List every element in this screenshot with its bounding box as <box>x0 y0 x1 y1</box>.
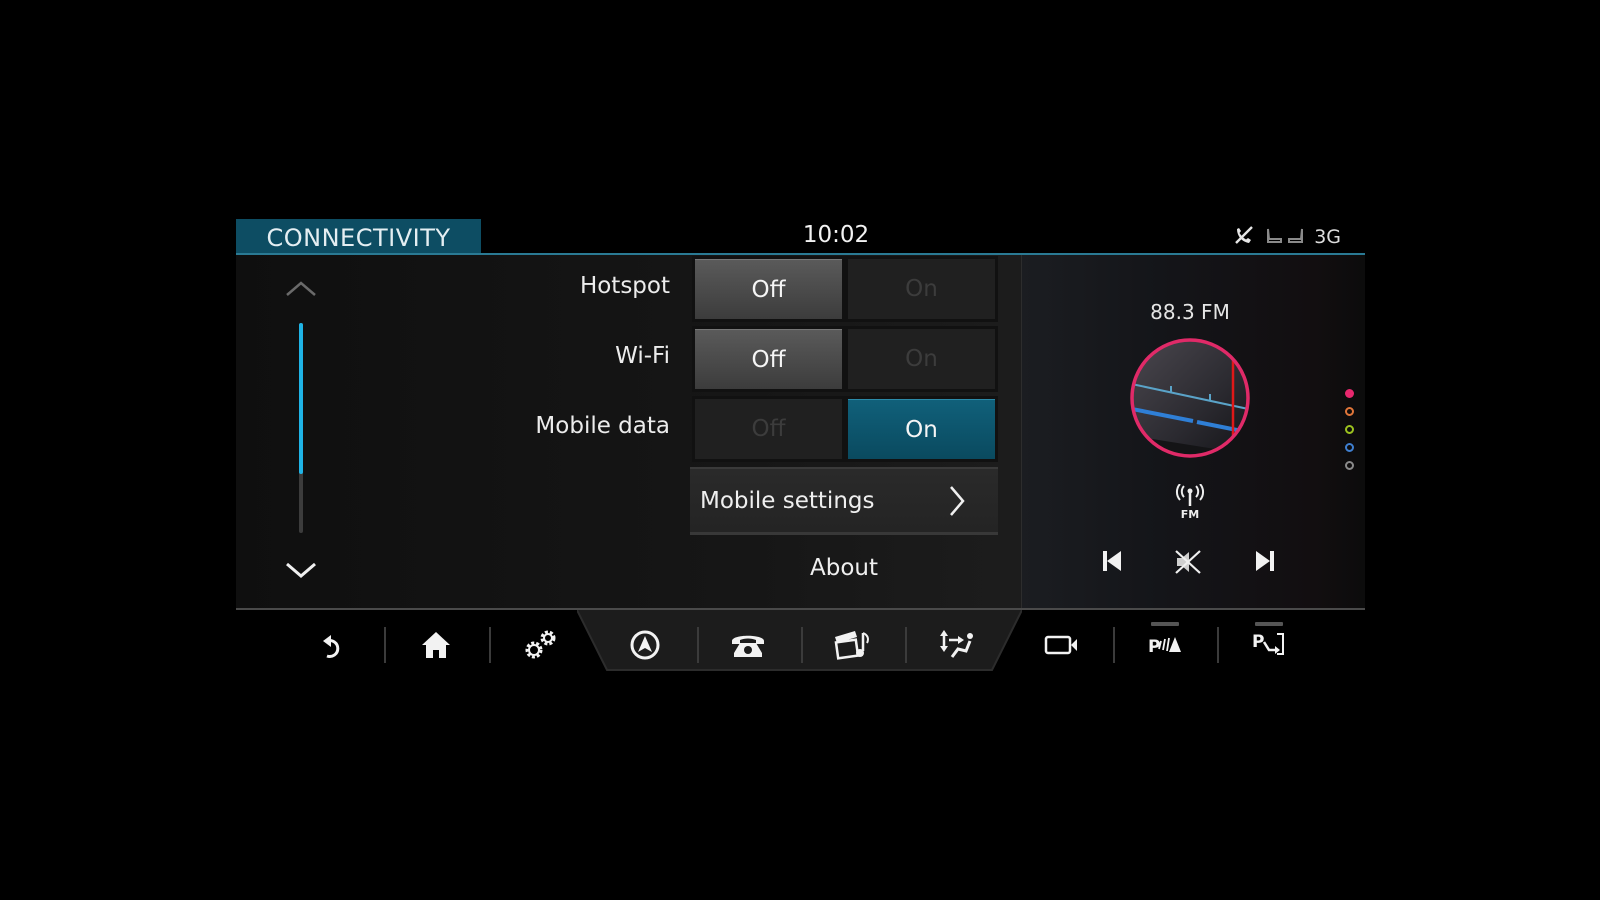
mobile-data-label: Mobile data <box>535 413 670 439</box>
scrollbar-thumb[interactable] <box>299 323 303 475</box>
mobile-settings-label: Mobile settings <box>700 487 875 514</box>
climate-button[interactable] <box>932 626 982 664</box>
bar-separator <box>1113 627 1115 663</box>
fm-source-label: FM <box>1180 508 1200 521</box>
network-indicator: 3G <box>1314 226 1341 248</box>
page-title: CONNECTIVITY <box>236 219 481 255</box>
wifi-on-option[interactable]: On <box>848 329 995 389</box>
mute-button[interactable] <box>1173 549 1203 579</box>
wifi-toggle[interactable]: Off On <box>692 326 998 392</box>
hotspot-toggle[interactable]: Off On <box>692 256 998 322</box>
bar-separator <box>489 627 491 663</box>
radio-station: 88.3 FM <box>1150 300 1230 324</box>
navigation-icon <box>630 630 660 660</box>
clock: 10:02 <box>802 222 870 248</box>
svg-text:P: P <box>1252 632 1264 652</box>
radio-tuner-dial[interactable] <box>1127 335 1253 465</box>
gears-icon <box>525 630 556 659</box>
home-button[interactable] <box>411 626 461 664</box>
bar-separator <box>1217 627 1219 663</box>
status-area: 3G <box>1232 221 1341 253</box>
mobile-data-on-option[interactable]: On <box>848 399 995 459</box>
chevron-up-icon <box>286 281 316 296</box>
next-track-icon <box>1256 551 1274 571</box>
parking-sensors-icon: P <box>1148 637 1181 657</box>
camera-icon <box>1044 635 1077 655</box>
scroll-down-button[interactable] <box>285 561 317 583</box>
phone-icon <box>732 635 764 657</box>
parking-sensors-button[interactable]: P <box>1140 626 1190 664</box>
header-bar: CONNECTIVITY 10:02 3G <box>236 217 1365 255</box>
media-button[interactable] <box>827 626 877 664</box>
navigation-button[interactable] <box>620 626 670 664</box>
page-dot[interactable] <box>1345 425 1354 434</box>
bar-separator <box>905 627 907 663</box>
scrollbar[interactable] <box>299 323 303 533</box>
climate-airflow-icon <box>940 630 973 658</box>
back-icon <box>323 635 340 658</box>
hotspot-off-option[interactable]: Off <box>695 259 842 319</box>
page-indicator <box>1345 389 1354 470</box>
seat-left-icon <box>1266 226 1284 248</box>
radio-antenna-icon <box>1176 483 1204 506</box>
previous-track-icon <box>1103 551 1121 571</box>
bar-separator <box>801 627 803 663</box>
mobile-settings-button[interactable]: Mobile settings <box>690 467 998 535</box>
media-icon <box>834 631 869 660</box>
page-dot[interactable] <box>1345 443 1354 452</box>
wifi-off-option[interactable]: Off <box>695 329 842 389</box>
phone-disconnected-icon <box>1232 223 1256 251</box>
mute-icon <box>1175 550 1201 574</box>
page-dot[interactable] <box>1345 389 1354 398</box>
camera-button[interactable] <box>1037 626 1087 664</box>
mobile-data-off-option[interactable]: Off <box>695 399 842 459</box>
back-button[interactable] <box>307 626 357 664</box>
hotspot-on-option[interactable]: On <box>848 259 995 319</box>
page-dot[interactable] <box>1345 407 1354 416</box>
wifi-label: Wi-Fi <box>615 343 670 369</box>
bar-separator <box>384 627 386 663</box>
hotspot-label: Hotspot <box>579 273 670 299</box>
seat-right-icon <box>1286 226 1304 248</box>
chevron-down-icon <box>286 562 316 578</box>
mobile-data-toggle[interactable]: Off On <box>692 396 998 462</box>
park-assist-icon: P <box>1252 632 1284 655</box>
page-dot[interactable] <box>1345 461 1354 470</box>
fm-source-button[interactable]: FM <box>1170 483 1210 521</box>
home-icon <box>422 632 450 658</box>
about-button[interactable]: About <box>690 555 998 595</box>
previous-track-button[interactable] <box>1101 549 1123 577</box>
bar-separator <box>697 627 699 663</box>
settings-button[interactable] <box>515 626 565 664</box>
scroll-up-button[interactable] <box>285 279 317 301</box>
phone-button[interactable] <box>723 626 773 664</box>
park-assist-button[interactable]: P <box>1244 626 1294 664</box>
next-track-button[interactable] <box>1254 549 1276 577</box>
chevron-right-icon <box>950 485 965 516</box>
